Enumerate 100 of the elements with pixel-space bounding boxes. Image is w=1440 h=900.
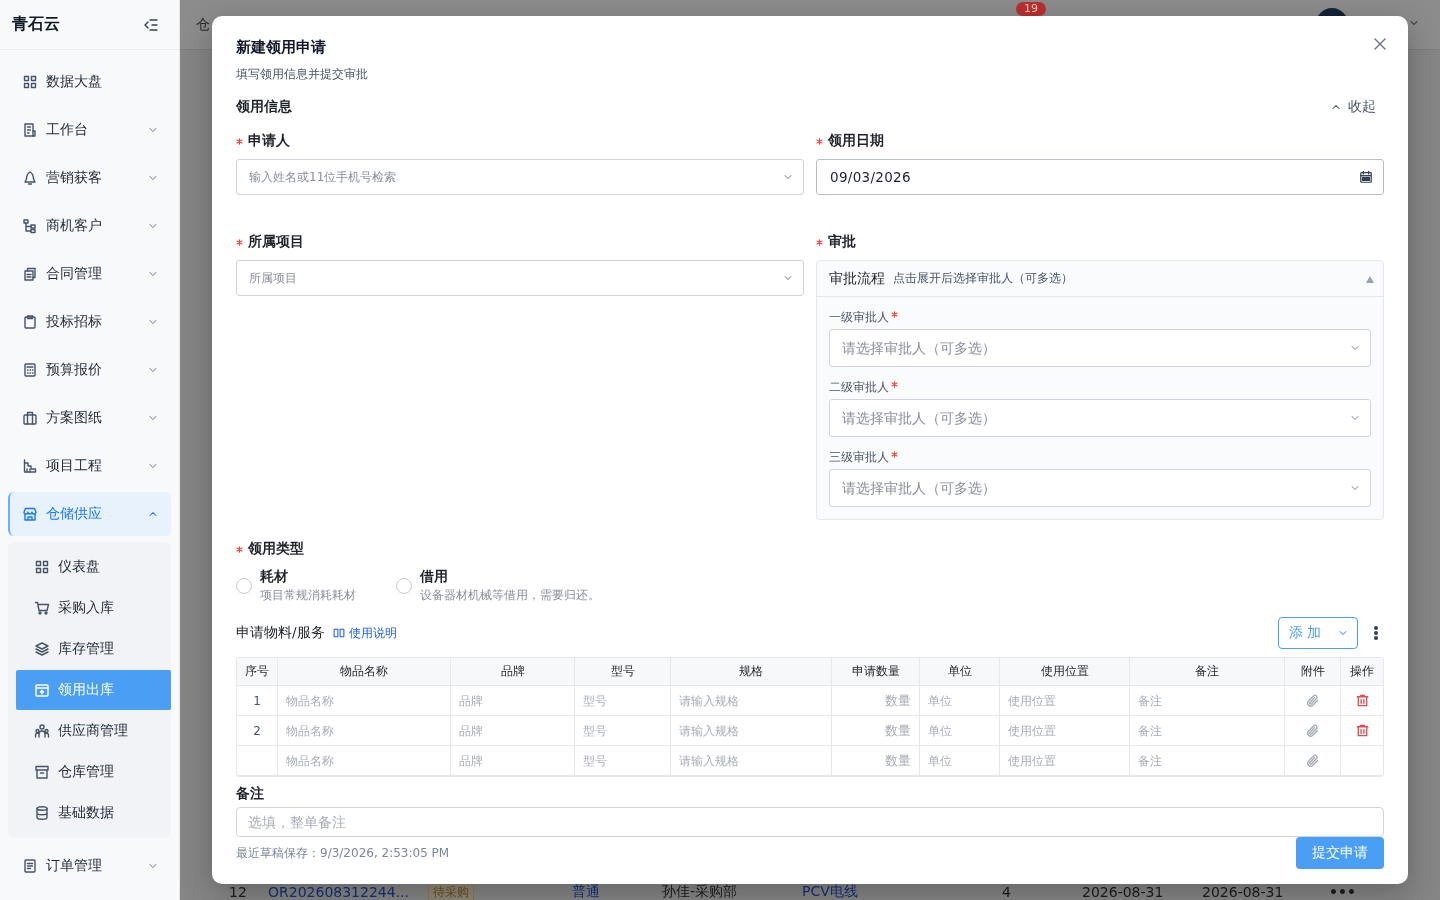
submenu-item[interactable]: 仓库管理 — [8, 752, 171, 792]
table-input[interactable]: 品牌 — [451, 716, 574, 745]
column-header: 备注 — [1130, 658, 1285, 686]
table-input[interactable]: 单位 — [920, 716, 999, 745]
table-input[interactable]: 型号 — [575, 686, 670, 715]
sidebar-item[interactable]: 数据大盘 — [8, 60, 171, 104]
sidebar-item[interactable]: 预算报价 — [8, 348, 171, 392]
option-description: 项目常规消耗耗材 — [260, 588, 356, 603]
table-cell-text: 12 — [228, 884, 248, 900]
section-title: 领用信息 — [236, 98, 292, 116]
column-header: 单位 — [920, 658, 1000, 686]
table-input[interactable]: 备注 — [1130, 746, 1284, 775]
collapse-button[interactable]: 收起 — [1330, 98, 1384, 116]
notification-badge: 19 — [1016, 2, 1046, 16]
table-cell-text: 2026-08-31 — [1202, 884, 1285, 900]
sidebar-item[interactable]: 仓储供应 — [8, 492, 171, 536]
table-cell-text: 孙佳-采购部 — [662, 883, 739, 900]
column-header: 使用位置 — [1000, 658, 1130, 686]
table-input[interactable]: 请输入规格 — [671, 686, 831, 715]
submenu-item[interactable]: 供应商管理 — [8, 711, 171, 751]
sidebar-item[interactable]: 工作台 — [8, 108, 171, 152]
sidebar-item[interactable]: 合同管理 — [8, 252, 171, 296]
book-icon — [332, 627, 345, 639]
table-input[interactable]: 数量 — [832, 716, 919, 745]
sidebar-item[interactable]: 营销获客 — [8, 156, 171, 200]
calculator-icon — [22, 362, 38, 378]
field-label: 审批 — [828, 233, 856, 251]
upload-box-icon — [34, 682, 50, 698]
field-label: 一级审批人 — [829, 308, 889, 326]
close-icon[interactable] — [1372, 36, 1388, 52]
table-input[interactable]: 使用位置 — [1000, 746, 1129, 775]
row-number: 1 — [237, 686, 278, 716]
table-cell-text: 4 — [1002, 884, 1012, 900]
row-number: 2 — [237, 716, 278, 746]
column-header: 操作 — [1341, 658, 1383, 686]
sidebar-item[interactable]: 商机客户 — [8, 204, 171, 248]
submenu-item[interactable]: 仪表盘 — [8, 547, 171, 587]
table-input[interactable]: 备注 — [1130, 716, 1284, 745]
column-header: 品牌 — [451, 658, 575, 686]
table-input[interactable]: 备注 — [1130, 686, 1284, 715]
dialog-title: 新建领用申请 — [236, 38, 326, 57]
select-field[interactable]: 所属项目 — [236, 260, 804, 296]
approval-header[interactable]: 审批流程 点击展开后选择审批人（可多选） — [817, 261, 1383, 297]
select-field[interactable]: 请选择审批人（可多选） — [829, 329, 1371, 367]
column-header: 型号 — [575, 658, 671, 686]
layers-icon — [34, 641, 50, 657]
field-label: 所属项目 — [248, 233, 304, 251]
sidebar-item[interactable]: 方案图纸 — [8, 396, 171, 440]
paperclip-icon[interactable] — [1304, 752, 1321, 769]
submenu-item[interactable]: 基础数据 — [8, 793, 171, 833]
column-header: 物品名称 — [278, 658, 451, 686]
table-input[interactable]: 品牌 — [451, 746, 574, 775]
more-button[interactable]: ••• — [1329, 884, 1356, 900]
help-link[interactable]: 使用说明 — [332, 624, 397, 642]
field-label: 领用日期 — [828, 132, 884, 150]
date-field[interactable]: 09/03/2026 — [816, 159, 1384, 195]
select-field[interactable]: 输入姓名或11位手机号检索 — [236, 159, 804, 195]
table-input[interactable]: 数量 — [832, 686, 919, 715]
table-input[interactable]: 物品名称 — [278, 746, 450, 775]
sidebar-item[interactable]: 项目工程 — [8, 444, 171, 488]
option-title: 借用 — [420, 568, 449, 586]
grid-icon — [22, 74, 38, 90]
database-icon — [34, 805, 50, 821]
cart-icon — [34, 600, 50, 616]
trash-icon[interactable] — [1354, 693, 1370, 708]
field-label: 二级审批人 — [829, 378, 889, 396]
table-input[interactable]: 型号 — [575, 746, 670, 775]
column-header: 附件 — [1285, 658, 1341, 686]
copy-icon — [22, 266, 38, 282]
people-icon — [34, 723, 50, 739]
column-header: 序号 — [237, 658, 278, 686]
table-input[interactable]: 请输入规格 — [671, 716, 831, 745]
sidebar-item[interactable]: 投标招标 — [8, 300, 171, 344]
table-input[interactable]: 使用位置 — [1000, 716, 1129, 745]
list-icon — [22, 858, 38, 874]
table-input[interactable]: 请输入规格 — [671, 746, 831, 775]
table-input[interactable]: 物品名称 — [278, 716, 450, 745]
table-input[interactable]: 物品名称 — [278, 686, 450, 715]
table-input[interactable]: 品牌 — [451, 686, 574, 715]
collapse-menu-icon[interactable] — [143, 16, 159, 33]
sidebar-item[interactable]: 订单管理 — [8, 844, 171, 888]
storefront-icon — [22, 506, 38, 522]
table-input[interactable]: 单位 — [920, 746, 999, 775]
remark-field[interactable]: 选填，整单备注 — [236, 807, 1384, 837]
breadcrumb[interactable]: 仓 — [196, 16, 210, 34]
table-input[interactable]: 单位 — [920, 686, 999, 715]
submenu-item[interactable]: 采购入库 — [8, 588, 171, 628]
column-header: 申请数量 — [832, 658, 920, 686]
paperclip-icon[interactable] — [1304, 692, 1321, 709]
select-field[interactable]: 请选择审批人（可多选） — [829, 399, 1371, 437]
field-label: 备注 — [236, 785, 265, 803]
table-input[interactable]: 使用位置 — [1000, 686, 1129, 715]
option-title: 耗材 — [260, 568, 289, 586]
table-input[interactable]: 型号 — [575, 716, 670, 745]
table-input[interactable]: 数量 — [832, 746, 919, 775]
trash-icon[interactable] — [1354, 723, 1370, 738]
submenu-item[interactable]: 库存管理 — [8, 629, 171, 669]
column-header: 规格 — [671, 658, 832, 686]
select-field[interactable]: 请选择审批人（可多选） — [829, 469, 1371, 507]
paperclip-icon[interactable] — [1304, 722, 1321, 739]
